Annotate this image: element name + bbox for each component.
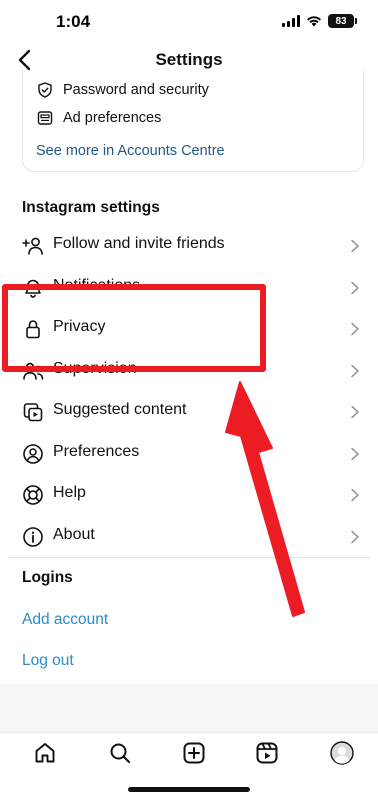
password-security-label: Password and security (63, 82, 209, 98)
menu-item-suggested-content[interactable]: Suggested content (0, 391, 378, 431)
menu-label: Preferences (53, 443, 140, 460)
create-icon[interactable] (182, 741, 206, 765)
home-icon[interactable] (33, 741, 57, 765)
search-icon[interactable] (108, 741, 132, 765)
accounts-centre-link[interactable]: See more in Accounts Centre (36, 143, 225, 159)
password-security-row[interactable]: Password and security (37, 82, 209, 98)
chevron-right-icon (351, 322, 359, 336)
status-icons: 83 (282, 14, 357, 28)
menu-label: Follow and invite friends (53, 235, 225, 252)
add-person-icon (22, 237, 43, 255)
status-bar: 1:04 83 (0, 0, 378, 44)
info-icon (23, 527, 43, 547)
chevron-right-icon (351, 281, 359, 295)
preferences-icon (23, 444, 43, 464)
wifi-icon (307, 16, 321, 27)
menu-label: About (53, 526, 95, 543)
chevron-right-icon (351, 488, 359, 502)
page-title: Settings (155, 50, 223, 69)
signal-icon (282, 15, 300, 27)
chevron-right-icon (351, 239, 359, 253)
instagram-settings-heading: Instagram settings (22, 199, 160, 216)
chevron-right-icon (351, 405, 359, 419)
menu-label: Suggested content (53, 401, 187, 418)
menu-item-preferences[interactable]: Preferences (0, 433, 378, 473)
menu-item-help[interactable]: Help (0, 474, 378, 514)
logins-heading: Logins (22, 569, 73, 586)
profile-avatar[interactable] (330, 741, 354, 765)
footer-spacer (0, 684, 378, 732)
chevron-right-icon (351, 447, 359, 461)
chevron-right-icon (351, 364, 359, 378)
battery-indicator: 83 (328, 14, 357, 28)
ad-preferences-label: Ad preferences (63, 110, 162, 126)
accounts-centre-card: Password and security Ad preferences See… (22, 70, 364, 172)
add-account-link[interactable]: Add account (22, 611, 108, 629)
home-indicator (128, 787, 250, 792)
help-icon (23, 485, 43, 505)
menu-label: Help (53, 484, 86, 501)
ad-icon (37, 111, 53, 125)
annotation-highlight-box (2, 284, 266, 372)
ad-preferences-row[interactable]: Ad preferences (37, 110, 161, 126)
suggested-content-icon (23, 403, 43, 422)
log-out-link[interactable]: Log out (22, 652, 74, 670)
chevron-right-icon (351, 530, 359, 544)
bottom-nav (0, 732, 378, 800)
section-divider (8, 557, 370, 558)
menu-item-about[interactable]: About (0, 516, 378, 556)
status-time: 1:04 (56, 12, 91, 31)
reels-icon[interactable] (255, 741, 279, 765)
shield-check-icon (38, 82, 52, 98)
menu-item-follow-invite[interactable]: Follow and invite friends (0, 225, 378, 265)
